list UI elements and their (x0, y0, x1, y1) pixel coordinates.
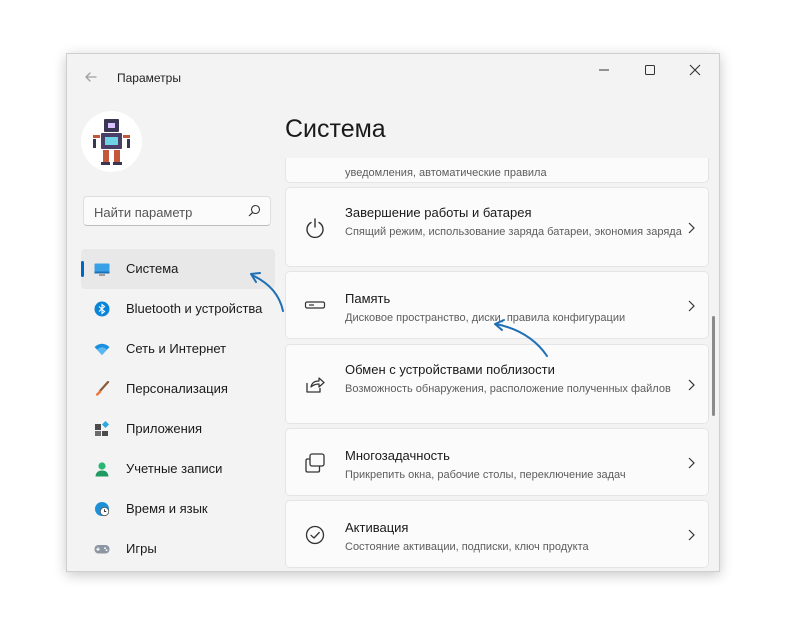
settings-card-activation[interactable]: Активация Состояние активации, подписки,… (285, 500, 709, 568)
card-subtitle: Прикрепить окна, рабочие столы, переключ… (345, 469, 626, 481)
title-bar: Параметры (67, 54, 719, 100)
close-button[interactable] (680, 62, 710, 82)
sidebar-item-time-language[interactable]: Время и язык (81, 489, 275, 529)
scrollbar-thumb[interactable] (712, 316, 715, 416)
storage-icon (304, 301, 326, 309)
card-subtitle: Спящий режим, использование заряда батар… (345, 226, 682, 238)
globe-clock-icon (95, 502, 110, 517)
minimize-button[interactable] (589, 62, 619, 82)
sidebar-item-label: Учетные записи (126, 461, 223, 476)
monitor-icon (94, 263, 110, 276)
sidebar-item-system[interactable]: Система (81, 249, 275, 289)
sidebar-item-apps[interactable]: Приложения (81, 409, 275, 449)
window-title: Параметры (117, 71, 181, 85)
sidebar-item-label: Игры (126, 541, 157, 556)
search-box[interactable]: Найти параметр (83, 196, 271, 226)
sidebar-item-network[interactable]: Сеть и Интернет (81, 329, 275, 369)
settings-list: уведомления, автоматические правила Заве… (285, 158, 709, 568)
check-circle-icon (305, 525, 325, 545)
sidebar-item-label: Bluetooth и устройства (126, 301, 263, 316)
card-subtitle: Состояние активации, подписки, ключ прод… (345, 541, 589, 553)
chevron-right-icon (688, 379, 695, 391)
multitask-icon (305, 453, 325, 473)
gamepad-icon (94, 545, 110, 554)
close-icon (689, 64, 701, 76)
card-subtitle: уведомления, автоматические правила (345, 167, 547, 179)
card-title: Обмен с устройствами поблизости (345, 362, 555, 377)
sidebar-item-label: Система (126, 261, 179, 276)
maximize-icon (645, 65, 655, 75)
card-subtitle: Дисковое пространство, диски, правила ко… (345, 312, 626, 324)
bluetooth-icon (94, 301, 110, 317)
maximize-button[interactable] (635, 62, 665, 82)
user-icon (95, 462, 109, 477)
search-icon[interactable] (247, 204, 261, 218)
robot-avatar-icon (93, 119, 130, 165)
sidebar-item-label: Сеть и Интернет (126, 341, 227, 356)
page-title: Система (285, 115, 386, 143)
apps-icon (95, 421, 110, 436)
card-title: Завершение работы и батарея (345, 205, 532, 220)
card-title: Многозадачность (345, 448, 450, 463)
settings-card-nearby-sharing[interactable]: Обмен с устройствами поблизости Возможно… (285, 344, 709, 424)
settings-card-storage[interactable]: Память Дисковое пространство, диски, пра… (285, 271, 709, 339)
brush-icon (95, 381, 110, 396)
settings-window: Параметры Найти параметр Система Bluetoo… (66, 53, 720, 572)
chevron-right-icon (688, 529, 695, 541)
back-button[interactable] (81, 67, 101, 87)
settings-card-power[interactable]: Завершение работы и батарея Спящий режим… (285, 187, 709, 267)
card-title: Память (345, 291, 391, 306)
back-arrow-icon (85, 72, 97, 82)
sidebar-item-personalization[interactable]: Персонализация (81, 369, 275, 409)
sidebar-nav: Система Bluetooth и устройства Сеть и Ин… (81, 249, 275, 569)
sidebar-item-bluetooth[interactable]: Bluetooth и устройства (81, 289, 275, 329)
share-icon (306, 377, 325, 393)
wifi-icon (94, 343, 110, 355)
sidebar-item-label: Приложения (126, 421, 203, 436)
card-title: Активация (345, 520, 409, 535)
card-subtitle: Возможность обнаружения, расположение по… (345, 383, 671, 395)
sidebar-item-label: Персонализация (126, 381, 228, 396)
sidebar-item-accounts[interactable]: Учетные записи (81, 449, 275, 489)
minimize-icon (599, 69, 609, 71)
active-indicator (81, 261, 84, 277)
chevron-right-icon (688, 300, 695, 312)
sidebar-item-gaming[interactable]: Игры (81, 529, 275, 569)
settings-card-partial[interactable]: уведомления, автоматические правила (285, 158, 709, 183)
sidebar-item-label: Время и язык (126, 501, 208, 516)
chevron-right-icon (688, 457, 695, 469)
settings-card-multitasking[interactable]: Многозадачность Прикрепить окна, рабочие… (285, 428, 709, 496)
chevron-right-icon (688, 222, 695, 234)
power-icon (306, 218, 324, 239)
user-avatar[interactable] (81, 111, 142, 172)
search-input[interactable]: Найти параметр (94, 205, 192, 220)
